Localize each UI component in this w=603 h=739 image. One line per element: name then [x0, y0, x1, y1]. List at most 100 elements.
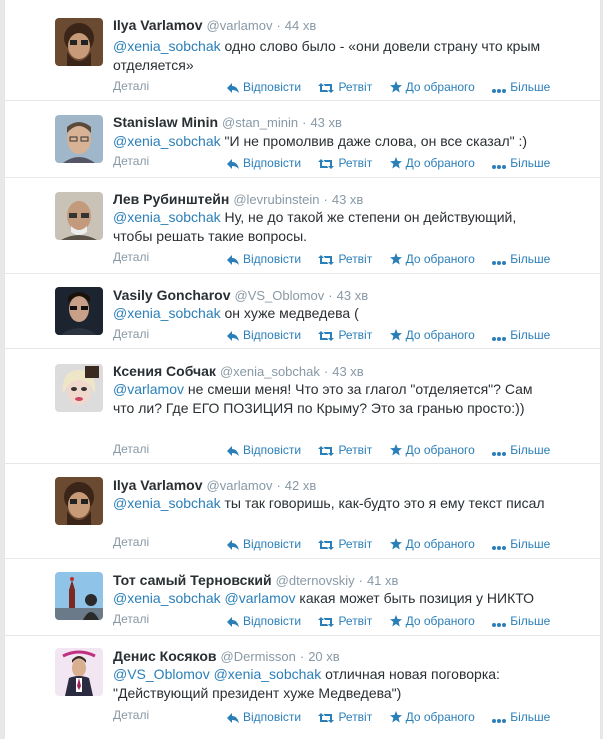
author-name[interactable]: Ilya Varlamov — [113, 17, 203, 33]
star-icon — [389, 253, 402, 265]
retweet-button[interactable]: Ретвіт — [318, 443, 372, 457]
author-name[interactable]: Денис Косяков — [113, 648, 217, 664]
author-handle[interactable]: @levrubinstein — [233, 192, 319, 207]
author-handle[interactable]: @varlamov — [207, 478, 273, 493]
timestamp[interactable]: 20 хв — [308, 649, 339, 664]
retweet-button[interactable]: Ретвіт — [318, 537, 372, 551]
author-name[interactable]: Stanislaw Minin — [113, 114, 218, 130]
avatar[interactable] — [55, 477, 103, 525]
reply-button[interactable]: Відповісти — [227, 252, 301, 266]
details-link[interactable]: Деталі — [113, 327, 149, 341]
mention-link[interactable]: @varlamov — [225, 590, 296, 606]
tweet[interactable]: Денис Косяков @Dermisson · 20 хв @VS_Oblomo… — [5, 636, 600, 739]
retweet-icon — [318, 540, 335, 550]
retweet-button[interactable]: Ретвіт — [318, 710, 372, 724]
reply-button[interactable]: Відповісти — [227, 443, 301, 457]
avatar[interactable] — [55, 572, 103, 620]
timestamp[interactable]: 41 хв — [367, 573, 398, 588]
favorite-button[interactable]: До обраного — [389, 80, 475, 94]
retweet-icon — [318, 159, 335, 169]
avatar[interactable] — [55, 115, 103, 163]
tweet[interactable]: Ilya Varlamov @varlamov · 42 хв @xenia_sobc… — [5, 464, 600, 559]
retweet-button[interactable]: Ретвіт — [318, 328, 372, 342]
timestamp[interactable]: 44 хв — [285, 18, 316, 33]
author-handle[interactable]: @xenia_sobchak — [220, 364, 320, 379]
timestamp[interactable]: 43 хв — [310, 115, 341, 130]
more-button[interactable]: Більше — [492, 710, 550, 724]
tweet[interactable]: Тот самый Терновский @dternovskiy · 41 хв @… — [5, 559, 600, 636]
more-button[interactable]: Більше — [492, 252, 550, 266]
retweet-button[interactable]: Ретвіт — [318, 156, 372, 170]
favorite-button[interactable]: До обраного — [389, 156, 475, 170]
favorite-button[interactable]: До обраного — [389, 614, 475, 628]
timestamp[interactable]: 43 хв — [337, 288, 368, 303]
author-name[interactable]: Тот самый Терновский — [113, 572, 272, 588]
mention-link[interactable]: @xenia_sobchak — [113, 209, 221, 225]
details-link[interactable]: Деталі — [113, 708, 149, 722]
favorite-button[interactable]: До обраного — [389, 710, 475, 724]
author-name[interactable]: Лев Рубинштейн — [113, 191, 229, 207]
details-link[interactable]: Деталі — [113, 442, 149, 456]
retweet-button[interactable]: Ретвіт — [318, 614, 372, 628]
author-name[interactable]: Ilya Varlamov — [113, 477, 203, 493]
tweet[interactable]: Ксения Собчак @xenia_sobchak · 43 хв @varla… — [5, 349, 600, 464]
mention-link[interactable]: @xenia_sobchak — [113, 495, 221, 511]
tweet-body: ты так говоришь, как-будто это я ему тек… — [224, 495, 545, 511]
reply-button[interactable]: Відповісти — [227, 710, 301, 724]
favorite-button[interactable]: До обраного — [389, 252, 475, 266]
more-button[interactable]: Більше — [492, 80, 550, 94]
timestamp[interactable]: 42 хв — [285, 478, 316, 493]
reply-button[interactable]: Відповісти — [227, 537, 301, 551]
mention-link[interactable]: @xenia_sobchak — [113, 590, 221, 606]
retweet-label: Ретвіт — [338, 328, 373, 342]
more-button[interactable]: Більше — [492, 614, 550, 628]
author-handle[interactable]: @varlamov — [207, 18, 273, 33]
avatar[interactable] — [55, 287, 103, 335]
timestamp[interactable]: 43 хв — [332, 364, 363, 379]
tweet[interactable]: Ilya Varlamov @varlamov · 44 хв @xenia_sobc… — [5, 0, 600, 101]
retweet-button[interactable]: Ретвіт — [318, 80, 372, 94]
more-button[interactable]: Більше — [492, 328, 550, 342]
details-link[interactable]: Деталі — [113, 79, 149, 93]
details-link[interactable]: Деталі — [113, 154, 149, 168]
reply-button[interactable]: Відповісти — [227, 80, 301, 94]
more-button[interactable]: Більше — [492, 443, 550, 457]
more-button[interactable]: Більше — [492, 156, 550, 170]
mention-link[interactable]: @varlamov — [113, 381, 184, 397]
details-link[interactable]: Деталі — [113, 612, 149, 626]
reply-icon — [227, 159, 239, 169]
more-button[interactable]: Більше — [492, 537, 550, 551]
avatar[interactable] — [55, 192, 103, 240]
mention-link[interactable]: @xenia_sobchak — [113, 38, 221, 54]
tweet[interactable]: Stanislaw Minin @stan_minin · 43 хв @xenia_… — [5, 101, 600, 178]
mention-link[interactable]: @VS_Oblomov — [113, 666, 210, 682]
more-label: Більше — [510, 156, 551, 170]
author-name[interactable]: Ксения Собчак — [113, 363, 216, 379]
mention-link[interactable]: @xenia_sobchak — [214, 666, 322, 682]
avatar[interactable] — [55, 648, 103, 696]
reply-button[interactable]: Відповісти — [227, 328, 301, 342]
avatar[interactable] — [55, 364, 103, 412]
reply-button[interactable]: Відповісти — [227, 156, 301, 170]
timestamp[interactable]: 43 хв — [332, 192, 363, 207]
author-handle[interactable]: @VS_Oblomov — [235, 288, 325, 303]
favorite-button[interactable]: До обраного — [389, 328, 475, 342]
favorite-button[interactable]: До обраного — [389, 537, 475, 551]
author-handle[interactable]: @Dermisson — [221, 649, 296, 664]
retweet-button[interactable]: Ретвіт — [318, 252, 372, 266]
favorite-button[interactable]: До обраного — [389, 443, 475, 457]
details-link[interactable]: Деталі — [113, 250, 149, 264]
author-handle[interactable]: @stan_minin — [222, 115, 298, 130]
tweet[interactable]: Vasily Goncharov @VS_Oblomov · 43 хв @xenia… — [5, 274, 600, 349]
tweet[interactable]: Лев Рубинштейн @levrubinstein · 43 хв @xeni… — [5, 178, 600, 274]
author-handle[interactable]: @dternovskiy — [276, 573, 355, 588]
retweet-icon — [318, 617, 335, 627]
tweet-actions: Відповісти Ретвіт До обраного Більше — [227, 252, 564, 266]
mention-link[interactable]: @xenia_sobchak — [113, 133, 221, 149]
avatar[interactable] — [55, 18, 103, 66]
reply-button[interactable]: Відповісти — [227, 614, 301, 628]
mention-link[interactable]: @xenia_sobchak — [113, 305, 221, 321]
separator-dot: · — [299, 649, 305, 664]
author-name[interactable]: Vasily Goncharov — [113, 287, 231, 303]
details-link[interactable]: Деталі — [113, 535, 149, 549]
